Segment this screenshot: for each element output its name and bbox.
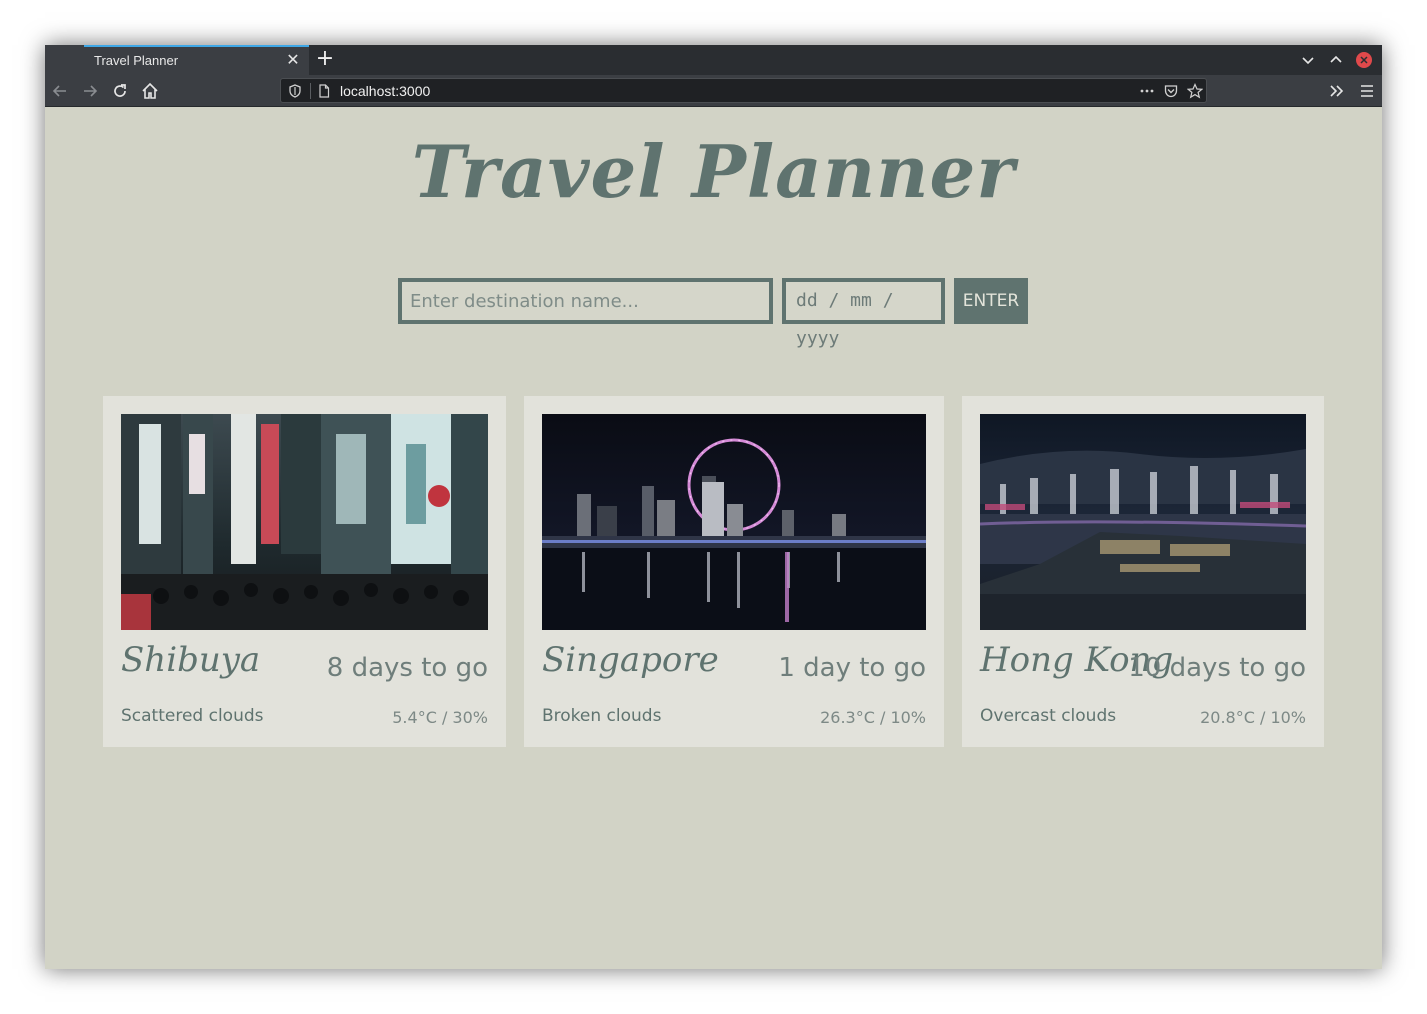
- shield-icon[interactable]: [287, 83, 303, 99]
- page-content: Travel Planner dd / mm / yyyy ENTER: [45, 107, 1382, 969]
- trip-weather: Broken clouds: [542, 706, 662, 726]
- trip-photo: [980, 414, 1306, 630]
- close-tab-icon[interactable]: ✕: [285, 52, 301, 68]
- pocket-icon[interactable]: [1163, 83, 1179, 99]
- list-tabs-icon[interactable]: [1300, 52, 1316, 68]
- trip-place: Singapore: [542, 640, 719, 680]
- tab-strip-spacer: [45, 45, 84, 75]
- navigation-bar: localhost:3000: [45, 75, 1382, 107]
- trip-card-hong-kong: Hong Kong 10 days to go Overcast clouds …: [962, 396, 1324, 747]
- enter-button[interactable]: ENTER: [954, 278, 1028, 324]
- date-input[interactable]: dd / mm / yyyy: [782, 278, 945, 349]
- overflow-menu-icon[interactable]: [1327, 81, 1347, 101]
- page-icon[interactable]: [316, 83, 332, 99]
- hamburger-menu-icon[interactable]: [1357, 81, 1377, 101]
- trip-place: Shibuya: [121, 640, 261, 680]
- bookmark-star-icon[interactable]: [1186, 83, 1204, 99]
- address-bar[interactable]: localhost:3000: [280, 78, 1207, 103]
- maximize-icon[interactable]: [1328, 52, 1344, 68]
- trip-card-singapore: Singapore 1 day to go Broken clouds 26.3…: [524, 396, 944, 747]
- trip-countdown: 1 day to go: [778, 653, 926, 683]
- trip-temperature: 26.3°C / 10%: [820, 708, 926, 727]
- new-tab-icon[interactable]: +: [314, 47, 336, 71]
- reload-icon[interactable]: [110, 81, 130, 101]
- url-separator: [310, 83, 311, 99]
- tab-strip: Travel Planner ✕ +: [45, 45, 1382, 75]
- tab-title: Travel Planner: [94, 53, 179, 68]
- tab-travel-planner[interactable]: Travel Planner ✕: [84, 45, 309, 75]
- trip-photo: [121, 414, 488, 630]
- trip-temperature: 20.8°C / 10%: [1200, 708, 1306, 727]
- destination-input[interactable]: [398, 278, 773, 324]
- more-actions-icon[interactable]: [1139, 83, 1155, 99]
- trip-photo: [542, 414, 926, 630]
- url-text[interactable]: localhost:3000: [340, 83, 430, 99]
- trip-weather: Overcast clouds: [980, 706, 1117, 726]
- page-title: Travel Planner: [411, 129, 1016, 214]
- forward-icon[interactable]: [80, 81, 100, 101]
- trip-temperature: 5.4°C / 30%: [392, 708, 488, 727]
- trip-countdown: 8 days to go: [326, 653, 488, 683]
- back-icon[interactable]: [50, 81, 70, 101]
- trip-card-shibuya: Shibuya 8 days to go Scattered clouds 5.…: [103, 396, 506, 747]
- home-icon[interactable]: [140, 81, 160, 101]
- close-window-icon[interactable]: [1356, 52, 1372, 68]
- trip-weather: Scattered clouds: [121, 706, 264, 726]
- browser-window: Travel Planner ✕ + localhost:3000 Travel…: [45, 45, 1382, 969]
- trip-countdown: 10 days to go: [1128, 653, 1306, 683]
